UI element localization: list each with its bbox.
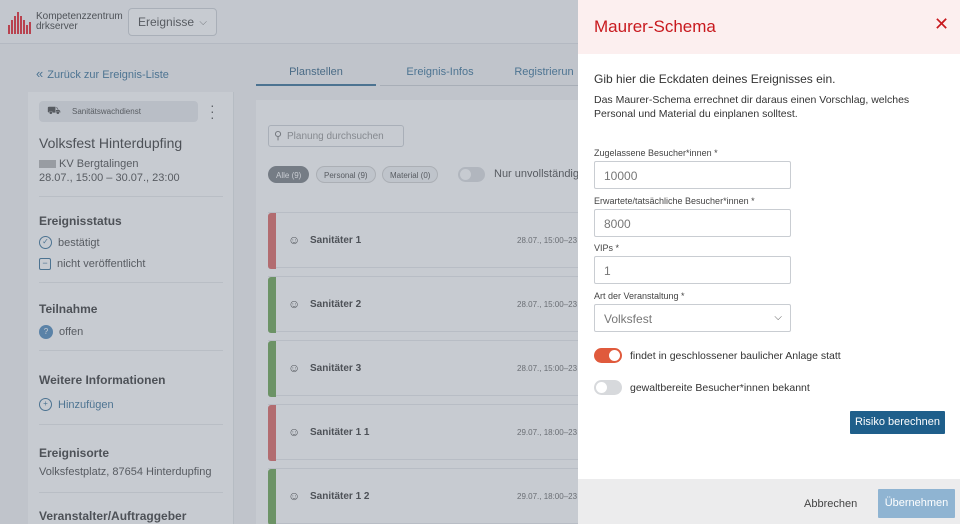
switch-knob — [609, 350, 620, 361]
vips-label: VIPs * — [594, 243, 620, 253]
event-type-label: Art der Veranstaltung * — [594, 291, 685, 301]
panel-header: Maurer-Schema ✕ — [578, 0, 960, 54]
vips-input[interactable]: 1 — [594, 256, 791, 284]
enclosed-venue-label: findet in geschlossener baulicher Anlage… — [630, 350, 841, 362]
allowed-visitors-label: Zugelassene Besucher*innen * — [594, 148, 718, 158]
panel-intro: Gib hier die Eckdaten deines Ereignisses… — [594, 72, 836, 86]
calculate-risk-button[interactable]: Risiko berechnen — [850, 411, 945, 434]
vips-value: 1 — [604, 264, 611, 278]
allowed-visitors-value: 10000 — [604, 169, 638, 183]
panel-footer: Abbrechen Übernehmen — [578, 479, 960, 524]
modal-backdrop[interactable] — [0, 0, 578, 524]
expected-visitors-input[interactable]: 8000 — [594, 209, 791, 237]
expected-visitors-value: 8000 — [604, 217, 631, 231]
close-icon[interactable]: ✕ — [934, 15, 949, 33]
violent-visitors-label: gewaltbereite Besucher*innen bekannt — [630, 382, 810, 394]
allowed-visitors-input[interactable]: 10000 — [594, 161, 791, 189]
panel-description: Das Maurer-Schema errechnet dir daraus e… — [594, 94, 910, 120]
switch-knob — [596, 382, 607, 393]
chevron-down-icon: ⌵ — [774, 312, 782, 323]
enclosed-venue-switch[interactable] — [594, 348, 622, 363]
apply-button[interactable]: Übernehmen — [878, 489, 955, 518]
violent-visitors-switch[interactable] — [594, 380, 622, 395]
event-type-select[interactable]: Volksfest ⌵ — [594, 304, 791, 332]
maurer-schema-panel: Maurer-Schema ✕ Gib hier die Eckdaten de… — [578, 0, 960, 524]
panel-title: Maurer-Schema — [594, 17, 716, 36]
event-type-value: Volksfest — [604, 312, 653, 326]
cancel-button[interactable]: Abbrechen — [804, 498, 857, 510]
expected-visitors-label: Erwartete/tatsächliche Besucher*innen * — [594, 196, 755, 206]
